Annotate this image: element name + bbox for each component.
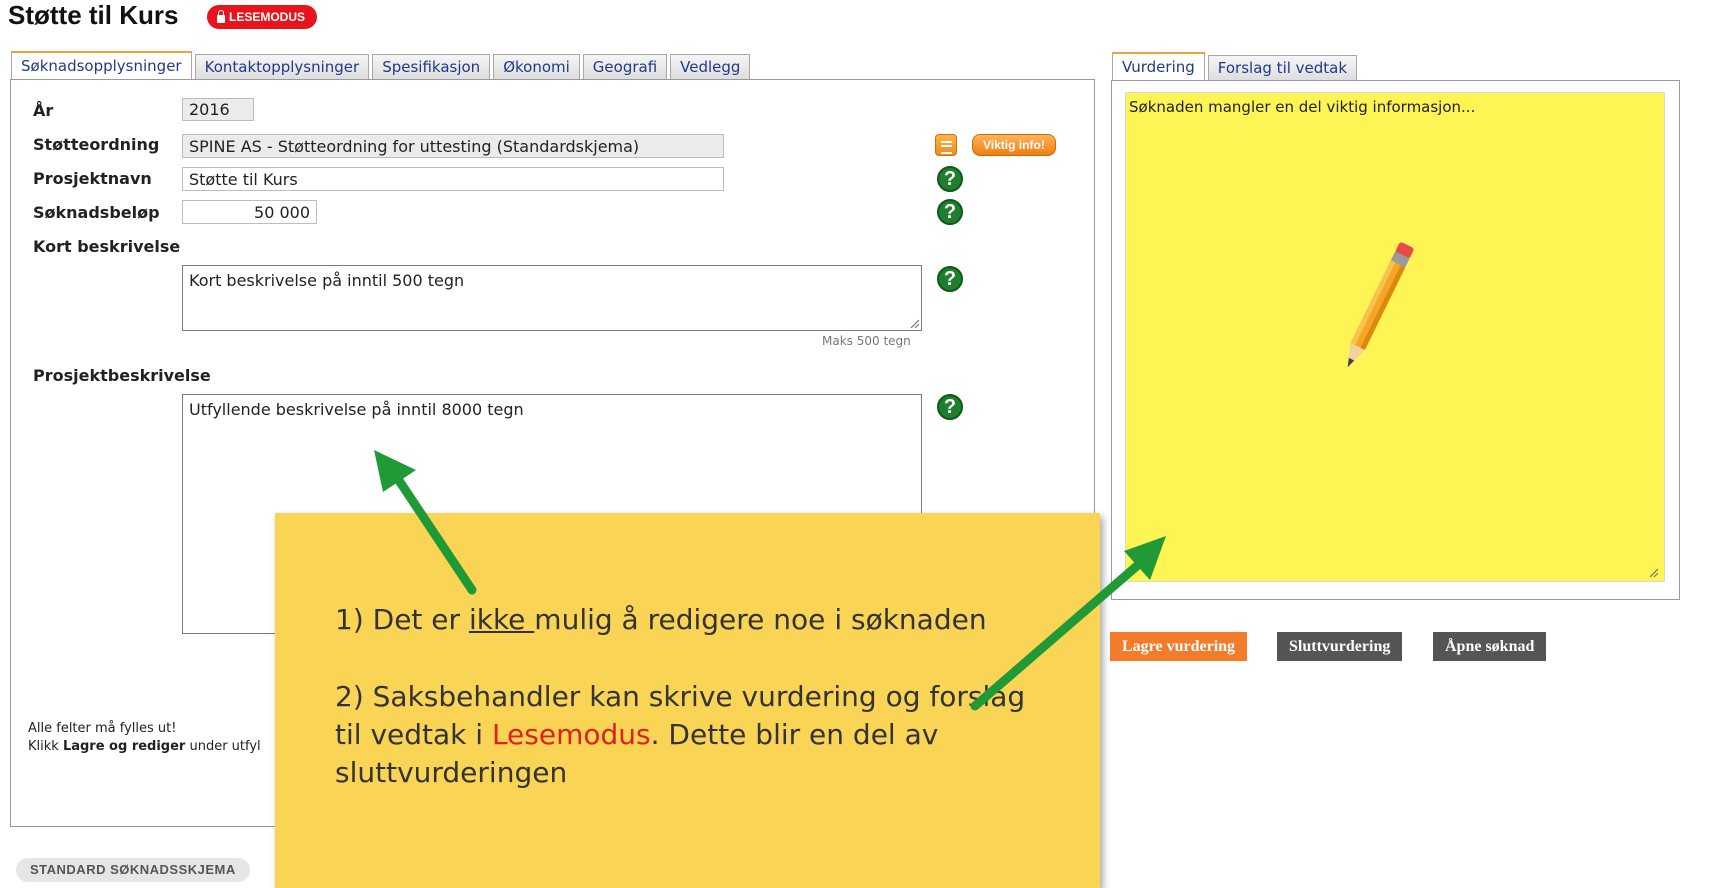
- standard-form-button[interactable]: STANDARD SØKNADSSKJEMA: [16, 858, 250, 882]
- assessment-tabs: Vurdering Forslag til vedtak: [1112, 52, 1360, 80]
- amount-field[interactable]: 50 000: [182, 200, 317, 224]
- callout-point-1: 1) Det er ikke mulig å redigere noe i sø…: [335, 601, 1055, 639]
- year-field[interactable]: 2016: [182, 98, 254, 121]
- scheme-field[interactable]: SPINE AS - Støtteordning for uttesting (…: [182, 134, 724, 158]
- read-mode-badge: LESEMODUS: [207, 5, 318, 29]
- tab-geography[interactable]: Geografi: [582, 54, 668, 79]
- help-icon[interactable]: ?: [937, 394, 963, 420]
- instruction-bold: Lagre og rediger: [62, 739, 186, 754]
- year-label: År: [33, 101, 54, 120]
- short-description-textarea[interactable]: Kort beskrivelse på inntil 500 tegn: [182, 265, 922, 331]
- lock-icon: [217, 9, 225, 23]
- required-fields-note: Alle felter må fylles ut!: [28, 721, 177, 736]
- save-instruction-note: Klikk Lagre og rediger under utfyl: [28, 739, 261, 754]
- callout-box: 1) Det er ikke mulig å redigere noe i sø…: [275, 513, 1100, 888]
- amount-label: Søknadsbeløp: [33, 203, 160, 222]
- pencil-icon: [1347, 242, 1414, 368]
- short-description-hint: Maks 500 tegn: [822, 334, 911, 348]
- project-name-field[interactable]: Støtte til Kurs: [182, 167, 724, 191]
- tab-specification[interactable]: Spesifikasjon: [372, 54, 491, 79]
- short-description-text: Kort beskrivelse på inntil 500 tegn: [189, 271, 465, 290]
- help-icon[interactable]: ?: [937, 199, 963, 225]
- project-name-label: Prosjektnavn: [33, 169, 152, 188]
- tab-application-info[interactable]: Søknadsopplysninger: [11, 51, 192, 79]
- tab-attachments[interactable]: Vedlegg: [670, 54, 751, 79]
- instruction-prefix: Klikk: [28, 739, 63, 754]
- application-tabs: Søknadsopplysninger Kontaktopplysninger …: [11, 51, 753, 79]
- open-application-button[interactable]: Åpne søknad: [1433, 632, 1547, 661]
- callout-p1-suffix: mulig å redigere noe i søknaden: [534, 603, 987, 636]
- tab-contact-info[interactable]: Kontaktopplysninger: [194, 54, 370, 79]
- help-icon[interactable]: ?: [937, 166, 963, 192]
- project-description-label: Prosjektbeskrivelse: [33, 366, 211, 385]
- callout-p1-underlined: ikke: [468, 603, 535, 636]
- note-icon[interactable]: [935, 134, 957, 156]
- assessment-text: Søknaden mangler en del viktig informasj…: [1129, 98, 1476, 116]
- read-mode-label: LESEMODUS: [229, 10, 306, 24]
- save-assessment-button[interactable]: Lagre vurdering: [1110, 632, 1248, 661]
- instruction-suffix: under utfyl: [185, 739, 261, 754]
- callout-p1-prefix: 1) Det er: [335, 603, 469, 636]
- scheme-label: Støtteordning: [33, 135, 160, 154]
- resize-grip-icon[interactable]: [1648, 567, 1658, 577]
- project-description-text: Utfyllende beskrivelse på inntil 8000 te…: [189, 400, 524, 419]
- help-icon[interactable]: ?: [937, 266, 963, 292]
- short-description-label: Kort beskrivelse: [33, 237, 181, 256]
- tab-economy[interactable]: Økonomi: [493, 54, 580, 79]
- tab-decision-proposal[interactable]: Forslag til vedtak: [1207, 55, 1358, 80]
- callout-point-2: 2) Saksbehandler kan skrive vurdering og…: [335, 678, 1055, 792]
- callout-p2-highlight: Lesemodus: [491, 718, 651, 751]
- page-title: Støtte til Kurs: [8, 0, 179, 30]
- final-assessment-button[interactable]: Sluttvurdering: [1277, 632, 1403, 661]
- important-info-button[interactable]: Viktig info!: [972, 134, 1056, 156]
- tab-assessment[interactable]: Vurdering: [1112, 52, 1205, 80]
- resize-grip-icon[interactable]: [909, 318, 919, 328]
